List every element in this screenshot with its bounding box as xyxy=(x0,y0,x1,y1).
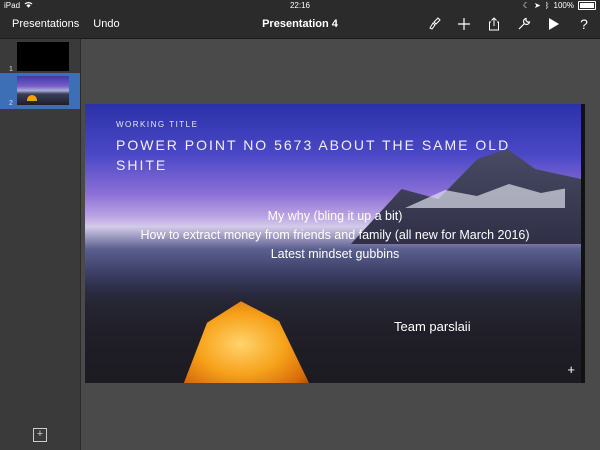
slide-number-1: 1 xyxy=(9,66,13,73)
slide-thumbnail-row-2[interactable]: 2 xyxy=(0,73,80,109)
slide-navigator: 1 2 + xyxy=(0,39,81,450)
play-icon[interactable] xyxy=(546,16,562,32)
slide-thumbnail-1[interactable] xyxy=(17,42,69,71)
brush-icon[interactable] xyxy=(426,16,442,32)
body-line-1: My why (bling it up a bit) xyxy=(267,209,403,223)
slide-thumbnail-row-1[interactable]: 1 xyxy=(0,39,80,75)
toolbar: Presentations Undo Presentation 4 ? xyxy=(0,12,600,39)
background-rocks xyxy=(85,273,585,383)
clock: 22:16 xyxy=(289,1,311,10)
add-slide-button[interactable]: + xyxy=(33,428,47,442)
body-line-3: Latest mindset gubbins xyxy=(270,247,400,261)
location-icon: ➤ xyxy=(534,1,541,10)
slide-subtitle[interactable]: WORKING TITLE xyxy=(116,120,198,129)
plus-icon[interactable] xyxy=(456,16,472,32)
bluetooth-icon: ᛒ xyxy=(544,1,550,10)
share-icon[interactable] xyxy=(486,16,502,32)
battery-icon xyxy=(578,1,596,10)
battery-percent: 100% xyxy=(553,1,574,10)
moon-icon: ☾ xyxy=(522,1,531,10)
slide-number-2: 2 xyxy=(9,100,13,107)
body-line-2: How to extract money from friends and fa… xyxy=(140,228,530,242)
add-object-icon[interactable]: + xyxy=(567,362,575,377)
team-text[interactable]: Team parslaii xyxy=(394,319,471,334)
slide-thumbnail-2[interactable] xyxy=(17,76,69,105)
status-bar: iPad 22:16 ☾ ➤ ᛒ 100% xyxy=(0,0,600,12)
help-icon[interactable]: ? xyxy=(576,16,592,32)
slide-body-text[interactable]: My why (bling it up a bit) How to extrac… xyxy=(85,207,585,264)
wrench-icon[interactable] xyxy=(516,16,532,32)
slide-canvas[interactable]: WORKING TITLE POWER POINT NO 5673 ABOUT … xyxy=(85,104,585,383)
slide-title[interactable]: POWER POINT NO 5673 ABOUT THE SAME OLD S… xyxy=(116,135,536,175)
